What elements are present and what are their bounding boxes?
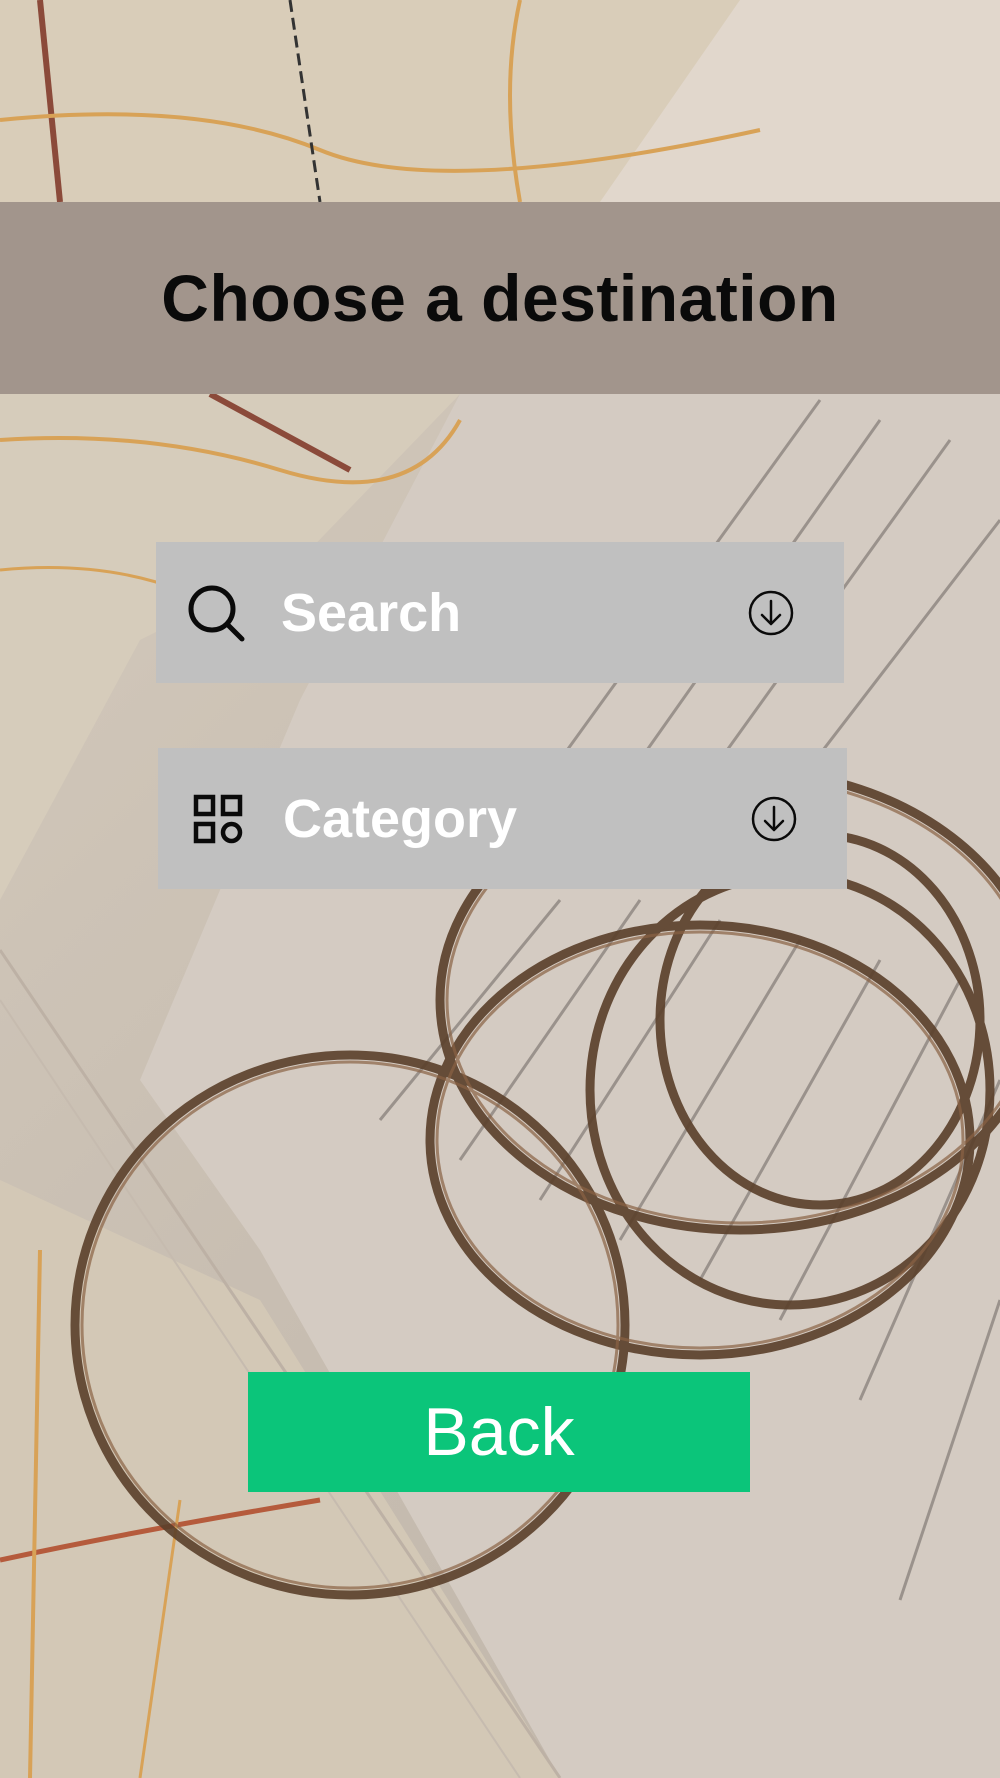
category-dropdown[interactable]: Category <box>158 748 847 889</box>
category-grid-icon <box>193 794 243 843</box>
header-band: Choose a destination <box>0 202 1000 394</box>
search-label: Search <box>281 582 462 643</box>
arrow-down-circle-icon[interactable] <box>749 794 799 844</box>
search-dropdown[interactable]: Search <box>156 542 844 683</box>
category-label: Category <box>283 788 518 849</box>
back-button[interactable]: Back <box>248 1372 750 1492</box>
page-title: Choose a destination <box>161 261 839 335</box>
search-icon <box>188 585 245 641</box>
arrow-down-circle-icon[interactable] <box>746 588 796 638</box>
